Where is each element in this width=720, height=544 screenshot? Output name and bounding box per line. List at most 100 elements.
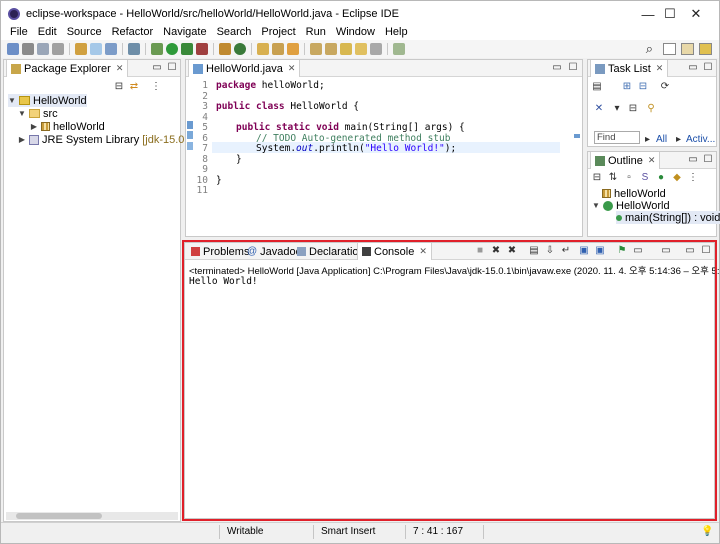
tree-item-jre[interactable]: ▶ JRE System Library [jdk-15.0.1] [18, 133, 197, 146]
menu-navigate[interactable]: Navigate [158, 26, 211, 38]
tab-console[interactable]: Console ✕ [357, 243, 432, 260]
coverage-icon[interactable] [181, 43, 193, 55]
tab-outline[interactable]: Outline ✕ [590, 152, 661, 169]
toggle-mark-icon[interactable] [90, 43, 102, 55]
collapse-icon[interactable]: ⊟ [628, 104, 638, 114]
scrollbar-thumb[interactable] [16, 513, 102, 519]
external-tools-icon[interactable] [196, 43, 208, 55]
display-console-icon[interactable]: ▭ [633, 246, 643, 256]
close-icon[interactable]: ✕ [419, 246, 427, 257]
open-task-icon[interactable] [272, 43, 284, 55]
chevron-down-icon[interactable]: ▼ [8, 96, 16, 105]
scroll-lock-icon[interactable]: ⇩ [545, 246, 555, 256]
java-perspective-icon[interactable] [699, 43, 712, 55]
close-icon[interactable]: ✕ [288, 63, 296, 74]
debug-icon[interactable] [151, 43, 163, 55]
menu-window[interactable]: Window [331, 26, 380, 38]
close-icon[interactable]: ✕ [656, 63, 664, 74]
collapse-all-icon[interactable]: ⊟ [592, 173, 602, 183]
all-link[interactable]: All [656, 134, 667, 145]
next-annotation-icon[interactable] [310, 43, 322, 55]
minimize-view-icon[interactable]: ▭ [688, 63, 698, 73]
sort-icon[interactable]: ⇅ [608, 173, 618, 183]
word-wrap-icon[interactable]: ↵ [561, 246, 571, 256]
menu-help[interactable]: Help [380, 26, 413, 38]
hide-nonpublic-icon[interactable]: ● [656, 173, 666, 183]
tab-package-explorer[interactable]: Package Explorer ✕ [6, 60, 129, 77]
link-task-icon[interactable]: ⚲ [646, 104, 656, 114]
open-console-icon[interactable]: ▭ [661, 246, 671, 256]
chevron-right-icon[interactable]: ▶ [30, 122, 38, 131]
run-icon[interactable] [166, 43, 178, 55]
task-marker-icon[interactable] [187, 131, 193, 139]
tree-item-package[interactable]: ▶ helloWorld [30, 120, 105, 133]
outline-menu-icon[interactable]: ⋮ [688, 173, 698, 183]
menu-run[interactable]: Run [301, 26, 331, 38]
scheduled-icon[interactable]: ⊟ [638, 82, 648, 92]
forward-icon[interactable] [370, 43, 382, 55]
tab-task-list[interactable]: Task List ✕ [590, 60, 669, 77]
menu-file[interactable]: File [5, 26, 33, 38]
maximize-view-icon[interactable]: ☐ [167, 63, 177, 73]
hide-local-types-icon[interactable]: ◆ [672, 173, 682, 183]
outline-item-method[interactable]: main(String[]) : void [616, 211, 720, 224]
print-icon[interactable] [52, 43, 64, 55]
maximize-view-icon[interactable]: ☐ [703, 63, 713, 73]
close-icon[interactable]: ✕ [648, 155, 656, 166]
tree-item-project[interactable]: ▼ HelloWorld [8, 94, 87, 107]
collapse-all-icon[interactable]: ⊟ [114, 82, 124, 92]
maximize-view-icon[interactable]: ☐ [568, 63, 578, 73]
find-arrow-icon[interactable]: ▸ [645, 134, 650, 145]
link-with-editor-icon[interactable]: ⇄ [129, 82, 139, 92]
sync-icon[interactable]: ⟳ [660, 82, 670, 92]
open-type-icon[interactable] [257, 43, 269, 55]
chevron-right-icon[interactable]: ▶ [18, 135, 26, 144]
filter-icon[interactable]: ▾ [612, 104, 622, 114]
build-icon[interactable] [75, 43, 87, 55]
terminate-icon[interactable]: ■ [475, 246, 485, 256]
chevron-down-icon[interactable]: ▼ [18, 109, 26, 118]
find-input[interactable]: Find [594, 131, 640, 144]
minimize-view-icon[interactable]: ▭ [552, 63, 562, 73]
menu-source[interactable]: Source [62, 26, 107, 38]
clear-console-icon[interactable]: ▤ [529, 246, 539, 256]
close-icon[interactable]: ✕ [116, 63, 124, 74]
menu-refactor[interactable]: Refactor [107, 26, 159, 38]
previous-annotation-icon[interactable] [325, 43, 337, 55]
skip-breakpoints-icon[interactable] [128, 43, 140, 55]
view-menu-icon[interactable]: ⋮ [151, 82, 161, 92]
maximize-view-icon[interactable]: ☐ [703, 155, 713, 165]
back-icon[interactable] [355, 43, 367, 55]
horizontal-scrollbar[interactable] [6, 512, 178, 520]
minimize-view-icon[interactable]: ▭ [688, 155, 698, 165]
focus-icon[interactable]: ✕ [594, 104, 604, 114]
activate-arrow-icon[interactable]: ▸ [676, 134, 681, 145]
categorized-icon[interactable]: ⊞ [622, 82, 632, 92]
minimize-view-icon[interactable]: ▭ [152, 63, 162, 73]
save-icon[interactable] [22, 43, 34, 55]
open-perspective-icon[interactable] [663, 43, 676, 55]
console-output[interactable]: Hello World! [189, 276, 258, 287]
pin-console-icon[interactable]: ⚑ [617, 246, 627, 256]
new-java-project-icon[interactable] [219, 43, 231, 55]
tip-icon[interactable]: 💡 [701, 526, 713, 537]
show-on-stderr-icon[interactable]: ▣ [595, 246, 605, 256]
save-all-icon[interactable] [37, 43, 49, 55]
override-marker-icon[interactable] [187, 121, 193, 129]
code-editor[interactable]: package helloWorld; public class HelloWo… [212, 78, 572, 226]
new-icon[interactable] [7, 43, 19, 55]
menu-search[interactable]: Search [212, 26, 257, 38]
pin-editor-icon[interactable] [393, 43, 405, 55]
new-class-icon[interactable] [234, 43, 246, 55]
java-ee-perspective-icon[interactable] [681, 43, 694, 55]
maximize-view-icon[interactable]: ☐ [701, 246, 711, 256]
hide-static-icon[interactable]: S [640, 173, 650, 183]
menu-edit[interactable]: Edit [33, 26, 62, 38]
tab-helloworld-java[interactable]: HelloWorld.java ✕ [188, 60, 301, 77]
search-icon[interactable]: ⌕ [646, 41, 653, 57]
tree-item-src[interactable]: ▼ src [18, 107, 58, 120]
new-task-icon[interactable]: ▤ [592, 82, 602, 92]
activate-link[interactable]: Activ... [686, 134, 715, 145]
search-tool-icon[interactable] [287, 43, 299, 55]
show-on-stdout-icon[interactable]: ▣ [579, 246, 589, 256]
